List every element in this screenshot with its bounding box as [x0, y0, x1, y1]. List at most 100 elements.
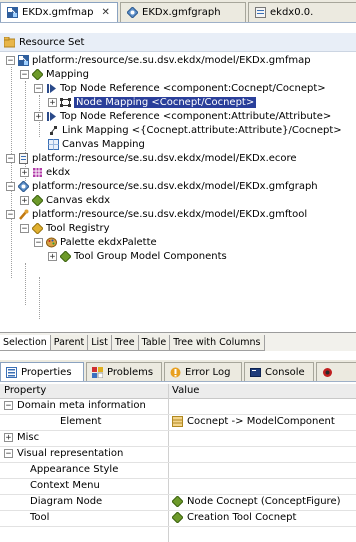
- gmfmap-file-icon: [7, 7, 18, 18]
- expand-toggle[interactable]: +: [20, 167, 29, 177]
- palette-icon: [46, 237, 57, 248]
- collapse-toggle[interactable]: −: [4, 449, 13, 459]
- tree-item-tool-registry[interactable]: − Tool Registry: [20, 221, 110, 235]
- problems-icon: [92, 366, 104, 378]
- property-row-misc[interactable]: + Misc: [0, 431, 356, 447]
- collapse-toggle[interactable]: −: [6, 181, 15, 191]
- tab-label: EKDx.gmfgraph: [142, 7, 221, 18]
- node-icon: [60, 97, 71, 108]
- collapse-toggle[interactable]: −: [20, 223, 29, 233]
- property-key: Appearance Style: [30, 464, 119, 475]
- tab-error-log[interactable]: Error Log: [164, 362, 242, 381]
- tree-item-palette[interactable]: − Palette ekdxPalette: [34, 235, 157, 249]
- collapse-toggle[interactable]: −: [34, 83, 43, 93]
- tab-table[interactable]: Table: [138, 335, 171, 351]
- tab-label: Error Log: [185, 366, 231, 378]
- property-value: Creation Tool Cocnept: [187, 512, 297, 523]
- tree-guide-line: [25, 263, 26, 305]
- canvas-icon: [48, 138, 59, 150]
- tree-item-label: Node Mapping <Cocnept/Cocnept>: [74, 96, 257, 108]
- collapse-toggle[interactable]: −: [20, 69, 29, 79]
- tab-label: EKDx.gmfmap: [22, 7, 94, 18]
- tree-item-link-mapping[interactable]: Link Mapping <{Cocnept.attribute:Attribu…: [48, 123, 342, 137]
- property-row-appearance-style[interactable]: Appearance Style: [0, 463, 356, 479]
- close-tab-button[interactable]: ✕: [102, 7, 110, 18]
- tab-tree[interactable]: Tree: [111, 335, 139, 351]
- column-header-property[interactable]: Property: [4, 385, 46, 396]
- expand-toggle[interactable]: +: [48, 97, 57, 107]
- tree-item-mapping[interactable]: − Mapping: [20, 67, 89, 81]
- ecore-file-icon: [18, 152, 29, 164]
- property-row-context-menu[interactable]: Context Menu: [0, 479, 356, 495]
- arrow-icon: [46, 111, 57, 122]
- column-header-value[interactable]: Value: [172, 385, 199, 396]
- property-category: Domain meta information: [17, 400, 146, 411]
- collapse-toggle[interactable]: −: [4, 401, 13, 411]
- tree-item-ecore-resource[interactable]: − platform:/resource/se.su.dsv.ekdx/mode…: [6, 151, 297, 165]
- diamond-icon: [31, 67, 44, 81]
- tab-label: Console: [265, 366, 305, 378]
- expand-toggle[interactable]: +: [48, 251, 57, 261]
- tab-ekdx-model[interactable]: ekdx0.0.: [248, 2, 356, 22]
- tree-item-label: Tool Group Model Components: [74, 250, 227, 262]
- property-key: Diagram Node: [30, 496, 103, 507]
- arrow-icon: [46, 83, 57, 94]
- expand-toggle[interactable]: +: [34, 111, 43, 121]
- property-key: Context Menu: [30, 480, 100, 491]
- tree-item-label: platform:/resource/se.su.dsv.ekdx/model/…: [32, 54, 311, 66]
- tree-item-gmftool-resource[interactable]: − platform:/resource/se.su.dsv.ekdx/mode…: [6, 207, 307, 221]
- expand-toggle[interactable]: +: [20, 195, 29, 205]
- tab-console[interactable]: Console: [244, 362, 314, 381]
- tree-item-gmfgraph-resource[interactable]: − platform:/resource/se.su.dsv.ekdx/mode…: [6, 179, 318, 193]
- tab-problems[interactable]: Problems: [86, 362, 162, 381]
- tab-overflow[interactable]: [316, 362, 356, 381]
- property-row-element[interactable]: Element Cocnept -> ModelComponent: [0, 415, 356, 431]
- diamond-icon: [171, 511, 184, 524]
- diamond-icon: [171, 495, 184, 508]
- tab-tree-with-columns[interactable]: Tree with Columns: [170, 335, 265, 351]
- tree-item-label: Tool Registry: [46, 222, 110, 234]
- tab-properties[interactable]: Properties: [0, 362, 84, 381]
- wrench-icon: [18, 209, 29, 220]
- tab-ekdx-gmfmap[interactable]: EKDx.gmfmap ✕: [0, 2, 118, 22]
- property-row-diagram-node[interactable]: Diagram Node Node Cocnept (ConceptFigure…: [0, 495, 356, 511]
- property-row-domain-meta[interactable]: − Domain meta information: [0, 399, 356, 415]
- tree-guide-line: [11, 67, 12, 278]
- gmfgraph-file-icon: [126, 6, 139, 19]
- tab-label: ekdx0.0.: [270, 7, 314, 18]
- tree-item-top-node-reference[interactable]: − Top Node Reference <component:Cocnept/…: [34, 81, 326, 95]
- tree-item-canvas-mapping[interactable]: Canvas Mapping: [48, 137, 145, 151]
- gmfgraph-file-icon: [17, 179, 30, 193]
- tree-item-top-node-reference[interactable]: + Top Node Reference <component:Attribut…: [34, 109, 331, 123]
- tab-list[interactable]: List: [88, 335, 112, 351]
- tree-item-label: Link Mapping <{Cocnept.attribute:Attribu…: [62, 124, 342, 136]
- tab-label: Properties: [21, 366, 72, 378]
- collapse-toggle[interactable]: −: [6, 153, 15, 163]
- tree-item-ekdx-package[interactable]: + ekdx: [20, 165, 70, 179]
- tree-item-node-mapping[interactable]: + Node Mapping <Cocnept/Cocnept>: [48, 95, 257, 109]
- tree-item-gmfmap-resource[interactable]: − platform:/resource/se.su.dsv.ekdx/mode…: [6, 53, 311, 67]
- tab-parent[interactable]: Parent: [50, 335, 89, 351]
- collapse-toggle[interactable]: −: [6, 55, 15, 65]
- property-row-visual-representation[interactable]: − Visual representation: [0, 447, 356, 463]
- resource-set-icon: [3, 36, 16, 48]
- editor-tab-bar: EKDx.gmfmap ✕ EKDx.gmfgraph ekdx0.0.: [0, 0, 356, 23]
- model-file-icon: [255, 7, 266, 18]
- tree-item-label: Mapping: [46, 68, 89, 80]
- property-value: Cocnept -> ModelComponent: [187, 416, 335, 427]
- error-log-icon: [170, 367, 181, 378]
- tab-ekdx-gmfgraph[interactable]: EKDx.gmfgraph: [120, 2, 246, 22]
- expand-toggle[interactable]: +: [4, 433, 13, 443]
- property-row-tool[interactable]: Tool Creation Tool Cocnept: [0, 511, 356, 527]
- tab-label: Problems: [107, 366, 154, 378]
- resource-set-header: Resource Set: [0, 33, 356, 52]
- collapse-toggle[interactable]: −: [6, 209, 15, 219]
- viewer-tab-bar: Selection Parent List Tree Table Tree wi…: [0, 332, 356, 351]
- tree-item-canvas-ekdx[interactable]: + Canvas ekdx: [20, 193, 110, 207]
- collapse-toggle[interactable]: −: [34, 237, 43, 247]
- tree-item-tool-group[interactable]: + Tool Group Model Components: [48, 249, 227, 263]
- tree-item-label: Canvas Mapping: [62, 138, 145, 150]
- tab-selection[interactable]: Selection: [0, 335, 51, 351]
- tree-item-label: Canvas ekdx: [46, 194, 111, 206]
- property-category: Visual representation: [17, 448, 124, 459]
